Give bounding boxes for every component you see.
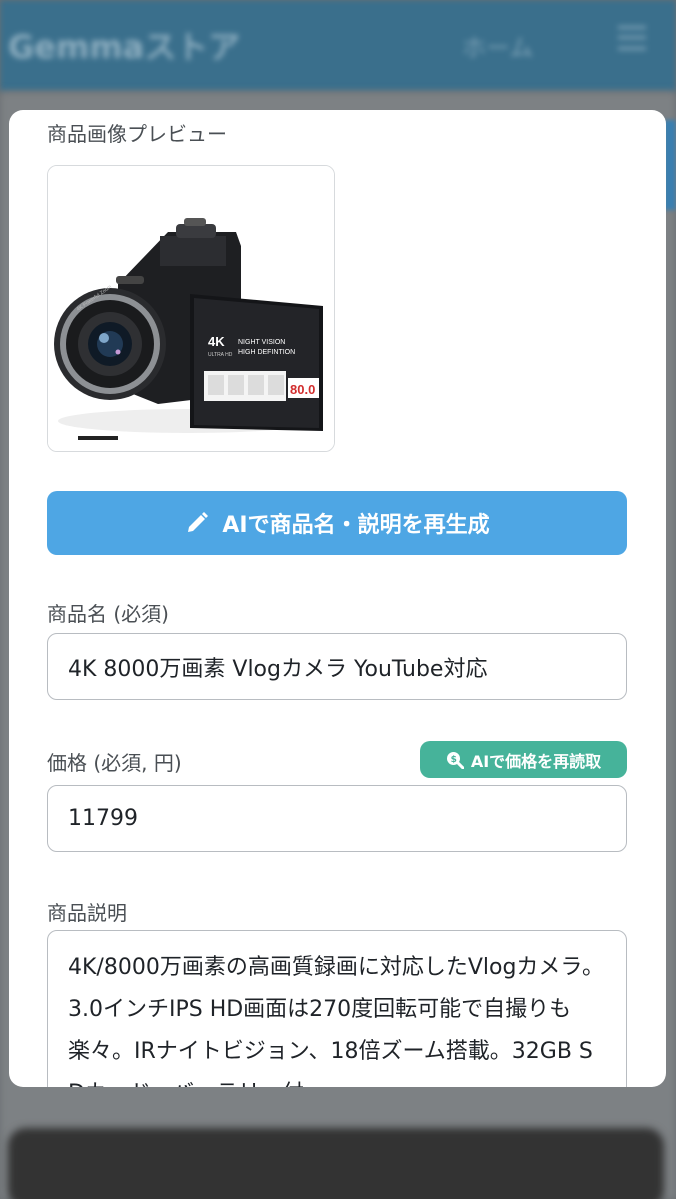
screen-text-1: NIGHT VISION [238,339,285,346]
camcorder-image: 4K ULTRA HD NIGHT VISION HIGH DEFINTION … [48,166,334,451]
screen-number: 80.0 [290,382,315,397]
product-name-value: 4K 8000万画素 Vlogカメラ YouTube対応 [68,656,488,682]
background-bottom-bar [8,1128,664,1199]
nav-home-link: ホーム [462,34,534,62]
screen-sub-text: ULTRA HD [208,352,233,358]
price-label: 価格 (必須, 円) [47,751,182,775]
price-value: 11799 [68,806,138,831]
hamburger-menu-icon [618,26,646,50]
product-edit-modal: 商品画像プレビュー 4K ULTRA HD NIGHT VISION HIGH … [9,110,666,1087]
description-label: 商品説明 [47,901,127,925]
svg-text:$: $ [450,755,456,765]
reread-price-button[interactable]: $ AIで価格を再読取 [420,741,627,778]
app-title: Gemmaストア [8,28,241,66]
pencil-icon [188,512,209,532]
screen-text-2: HIGH DEFINTION [238,349,295,356]
product-name-label: 商品名 (必須) [47,602,169,626]
regenerate-ai-button[interactable]: AIで商品名・説明を再生成 [47,491,627,555]
regenerate-button-label: AIで商品名・説明を再生成 [222,513,490,538]
description-textarea[interactable]: 4K/8000万画素の高画質録画に対応したVlogカメラ。3.0インチIPS H… [47,930,627,1087]
search-dollar-icon: $ [446,751,464,769]
price-input[interactable]: 11799 [47,785,627,852]
screen-4k-text: 4K [208,334,225,349]
reread-price-label: AIで価格を再読取 [470,751,602,771]
product-image-preview: 4K ULTRA HD NIGHT VISION HIGH DEFINTION … [47,165,335,452]
description-value: 4K/8000万画素の高画質録画に対応したVlogカメラ。3.0インチIPS H… [68,955,604,1087]
product-name-input[interactable]: 4K 8000万画素 Vlogカメラ YouTube対応 [47,633,627,700]
preview-label: 商品画像プレビュー [47,122,227,146]
app-header: Gemmaストア ホーム [0,0,676,92]
